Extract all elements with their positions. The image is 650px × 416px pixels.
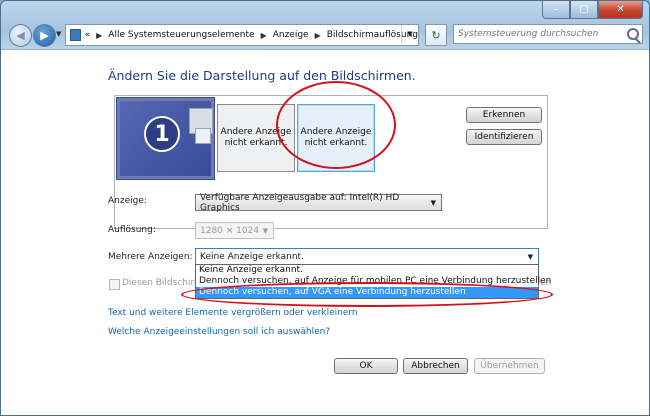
resolution-select: 1280 × 1024 ▼ — [195, 222, 274, 239]
chevron-right-icon[interactable]: ▶ — [96, 31, 102, 40]
minimize-button[interactable]: – — [542, 1, 570, 19]
window-thumbnail — [195, 128, 211, 144]
refresh-icon: ↻ — [431, 28, 441, 42]
back-arrow-icon: ◀ — [16, 29, 25, 42]
caption-buttons: – ▢ ✕ — [542, 1, 643, 19]
display-select-value: Verfügbare Anzeigeausgabe auf: Intel(R) … — [200, 192, 400, 213]
resolution-label: Auflösung: — [108, 225, 156, 235]
search-box[interactable] — [453, 24, 643, 44]
identify-button[interactable]: Identifizieren — [466, 129, 542, 145]
display-label: Anzeige: — [108, 196, 147, 206]
forward-button[interactable]: ▶ — [33, 24, 56, 47]
chevron-down-icon: ▼ — [527, 253, 533, 261]
back-button[interactable]: ◀ — [9, 24, 32, 47]
chevron-right-icon[interactable]: ▶ — [261, 31, 267, 40]
ok-button[interactable]: OK — [334, 358, 398, 374]
monitor-number-badge: 1 — [144, 116, 180, 152]
close-button[interactable]: ✕ — [598, 1, 643, 19]
address-bar[interactable]: « ▶ Alle Systemsteuerungselemente ▶ Anze… — [65, 24, 419, 46]
chevron-down-icon: ▼ — [262, 227, 268, 235]
text-size-link[interactable]: Text und weitere Elemente vergrößern ode… — [108, 308, 358, 318]
maximize-button[interactable]: ▢ — [570, 1, 598, 19]
dropdown-option-no-display[interactable]: Keine Anzeige erkannt. — [196, 265, 538, 276]
detect-button[interactable]: Erkennen — [466, 107, 542, 123]
refresh-button[interactable]: ↻ — [425, 24, 447, 46]
multi-display-label: Mehrere Anzeigen: — [108, 252, 193, 262]
navigation-bar: ◀ ▶ ▼ « ▶ Alle Systemsteuerungselemente … — [7, 23, 643, 47]
breadcrumb-item-display[interactable]: Anzeige — [273, 30, 309, 40]
which-settings-link[interactable]: Welche Anzeigeeinstellungen soll ich aus… — [108, 327, 330, 337]
chevron-down-icon: ▼ — [430, 199, 436, 207]
forward-arrow-icon: ▶ — [40, 29, 49, 42]
page-title: Ändern Sie die Darstellung auf den Bilds… — [108, 68, 416, 83]
annotation-ring-vga-option — [181, 282, 553, 307]
search-icon[interactable] — [627, 28, 639, 40]
breadcrumb-overflow[interactable]: « — [85, 30, 91, 40]
make-main-display-label: Diesen Bildschirm — [122, 278, 203, 288]
breadcrumb-item-all-items[interactable]: Alle Systemsteuerungselemente — [108, 30, 254, 40]
cancel-button[interactable]: Abbrechen — [403, 358, 468, 374]
apply-button: Übernehmen — [474, 358, 545, 374]
monitor-1[interactable]: 1 — [116, 97, 215, 180]
window: – ▢ ✕ ◀ ▶ ▼ « ▶ Alle Systemsteuerungsele… — [0, 0, 650, 416]
address-dropdown-icon[interactable]: ▼ — [401, 25, 418, 43]
control-panel-icon — [70, 29, 81, 41]
make-main-display-checkbox — [109, 279, 120, 290]
multi-display-select[interactable]: Keine Anzeige erkannt. ▼ — [195, 248, 539, 265]
annotation-ring-monitor — [276, 81, 396, 169]
multi-display-select-value: Keine Anzeige erkannt. — [200, 251, 304, 262]
chevron-right-icon[interactable]: ▶ — [315, 31, 321, 40]
history-dropdown-icon[interactable]: ▼ — [56, 30, 61, 38]
search-input[interactable] — [458, 29, 618, 39]
content-pane: Ändern Sie die Darstellung auf den Bilds… — [1, 49, 649, 415]
display-select[interactable]: Verfügbare Anzeigeausgabe auf: Intel(R) … — [195, 192, 442, 213]
resolution-select-value: 1280 × 1024 — [200, 225, 260, 236]
